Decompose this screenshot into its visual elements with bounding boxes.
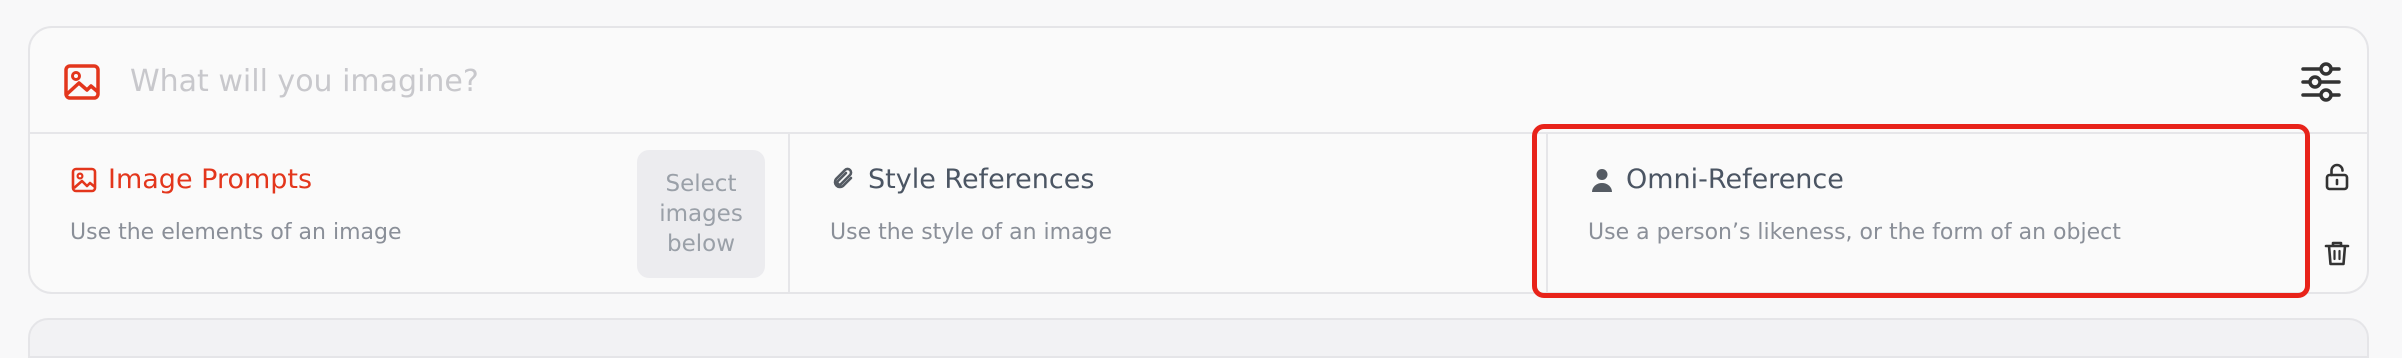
image-prompts-title: Image Prompts [70,164,312,195]
omni-reference-option[interactable]: Omni-Reference Use a person’s likeness, … [1548,134,2298,292]
style-references-option[interactable]: Style References Use the style of an ima… [790,134,1548,292]
prompt-bar [30,28,2367,134]
prompt-input[interactable] [130,58,2230,104]
settings-sliders-icon[interactable] [2299,60,2343,104]
image-prompts-option[interactable]: Image Prompts Use the elements of an ima… [30,134,790,292]
image-icon [70,166,98,194]
image-icon[interactable] [62,62,102,102]
select-images-button[interactable]: Select images below [637,150,765,278]
omni-reference-title: Omni-Reference [1588,164,1844,195]
trash-icon[interactable] [2316,232,2358,274]
image-prompts-description: Use the elements of an image [70,220,402,245]
style-references-title: Style References [830,164,1094,195]
omni-reference-description: Use a person’s likeness, or the form of … [1588,220,2121,245]
omni-reference-label: Omni-Reference [1626,164,1844,195]
image-prompts-label: Image Prompts [108,164,313,195]
reference-types: Image Prompts Use the elements of an ima… [30,134,2367,292]
person-icon [1588,166,1616,194]
style-references-description: Use the style of an image [830,220,1113,245]
style-references-label: Style References [868,164,1095,195]
paperclip-icon [830,166,858,194]
unlock-icon[interactable] [2316,156,2358,198]
imagine-panel: Image Prompts Use the elements of an ima… [28,26,2369,294]
next-panel-edge [28,318,2369,358]
